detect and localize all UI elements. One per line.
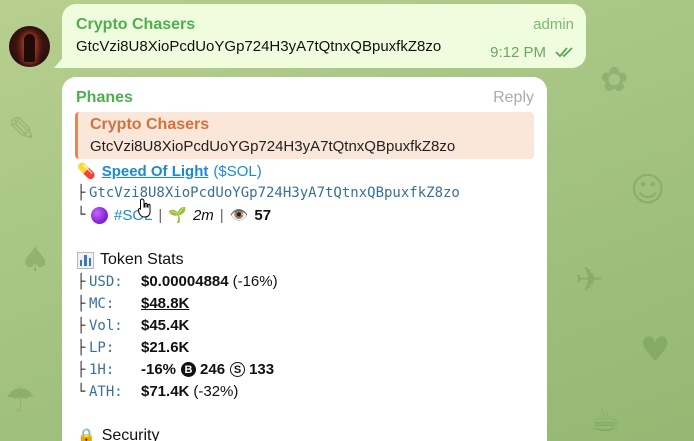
stat-row-ath: └ ATH: $71.4K (-32%) [77,383,239,400]
stat-value: $0.00004884 [141,273,229,290]
stat-label: 1H: [89,361,115,378]
stat-row-lp: ├ LP: $21.6K [77,339,190,356]
admin-badge: admin [533,16,574,33]
stat-label: ATH: [89,383,123,400]
token-ticker: ($SOL) [213,162,262,180]
message-bubble-incoming: Phanes Reply Crypto Chasers GtcVzi8U8Xio… [62,77,547,441]
channel-avatar[interactable] [9,26,50,67]
stat-row-vol: ├ Vol: $45.4K [77,317,190,334]
stat-change: (-32%) [193,383,239,400]
stat-value: $71.4K [141,383,190,400]
quote-text: GtcVzi8U8XioPcdUoYGp724H3yA7tQtnxQBpuxfk… [90,138,456,155]
lock-icon: 🔒 [77,427,96,441]
bar-chart-icon [77,251,94,269]
buys-icon: B [181,362,197,377]
pill-icon: 💊 [77,162,96,180]
stat-value: -16% [141,361,177,378]
stat-label: MC: [89,295,115,312]
seedling-icon: 🌱 [168,206,187,224]
stat-label: LP: [89,339,115,356]
security-title: Security [101,427,160,441]
stat-value: $45.4K [141,317,190,334]
quote-sender: Crypto Chasers [90,116,210,133]
view-count: 57 [254,206,272,224]
market-cap-link[interactable]: $48.8K [141,295,189,312]
stat-row-1h: ├ 1H: -16% B 246 S 133 [77,361,275,378]
sender-name[interactable]: Crypto Chasers [76,16,195,34]
double-check-icon [555,47,573,58]
hand-cursor-icon [138,198,151,218]
stat-label: USD: [89,273,123,290]
token-stats-header: Token Stats [77,251,184,269]
stat-row-usd: ├ USD: $0.00004884 (-16%) [77,273,278,290]
token-name-link[interactable]: Speed Of Light [102,163,209,180]
reply-button[interactable]: Reply [493,89,534,107]
security-header: 🔒 Security [77,427,159,441]
token-address-row: ├ GtcVzi8U8XioPcdUoYGp724H3yA7tQtnxQBpux… [77,185,460,201]
purple-circle-icon [91,206,108,224]
sell-count: 133 [249,361,275,378]
reply-quote[interactable]: Crypto Chasers GtcVzi8U8XioPcdUoYGp724H3… [75,112,534,159]
token-meta-row: └ #SOL | 🌱 2m | 👁️ 57 [77,206,272,224]
stat-change: (-16%) [232,273,278,290]
stat-value: $21.6K [141,339,190,356]
token-age: 2m [192,206,214,224]
token-stats-title: Token Stats [100,251,184,268]
message-text: GtcVzi8U8XioPcdUoYGp724H3yA7tQtnxQBpuxfk… [76,38,442,55]
message-time: 9:12 PM [490,44,546,61]
stat-label: Vol: [89,317,123,334]
sender-name[interactable]: Phanes [76,89,133,107]
eye-icon: 👁️ [229,206,249,224]
stat-row-mc: ├ MC: $48.8K [77,295,190,312]
token-title-row: 💊 Speed Of Light ($SOL) [77,162,262,180]
buy-count: 246 [200,361,226,378]
sells-icon: S [230,362,246,377]
message-bubble-outgoing: Crypto Chasers admin GtcVzi8U8XioPcdUoYG… [62,4,586,68]
